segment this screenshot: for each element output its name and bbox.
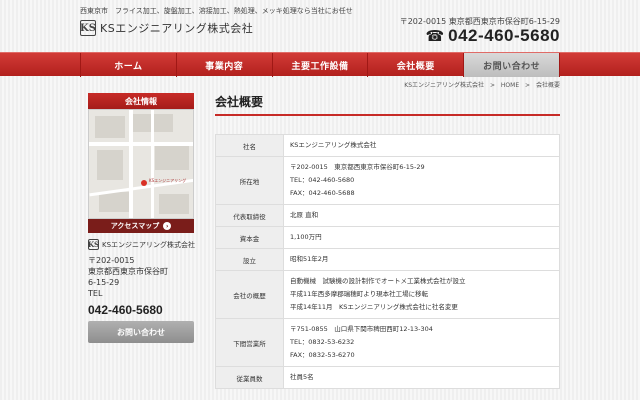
row-value: KSエンジニアリング株式会社 bbox=[283, 134, 560, 157]
table-row: 代表取締役 北原 直和 bbox=[215, 204, 560, 227]
page-title: 会社概要 bbox=[215, 93, 560, 116]
tagline: 西東京市 フライス加工、旋盤加工、溶接加工、熱処理、メッキ処理なら当社にお任せ bbox=[80, 7, 353, 15]
sidebar-title: 会社情報 bbox=[88, 93, 194, 109]
ks-logo-icon: KS bbox=[80, 20, 96, 36]
breadcrumb-site[interactable]: KSエンジニアリング株式会社 bbox=[404, 82, 484, 89]
sidebar-phone[interactable]: 042-460-5680 bbox=[88, 303, 194, 317]
table-row: 社名 KSエンジニアリング株式会社 bbox=[215, 134, 560, 157]
sidebar-postal: 〒202-0015 bbox=[88, 256, 135, 265]
chevron-right-icon: › bbox=[163, 222, 172, 230]
header: 西東京市 フライス加工、旋盤加工、溶接加工、熱処理、メッキ処理なら当社にお任せ … bbox=[0, 0, 640, 52]
breadcrumb-separator: > bbox=[525, 82, 531, 89]
sidebar-logo: KS KSエンジニアリング株式会社 bbox=[87, 239, 196, 250]
map-block bbox=[97, 150, 123, 180]
sidebar-address-line2: 6-15-29 bbox=[88, 278, 120, 287]
value-line: KSエンジニアリング株式会社 bbox=[290, 141, 377, 149]
sidebar: 会社情報 KSエンジニアリング アクセスマップ › KS KSエンジニアリング株… bbox=[87, 93, 196, 343]
value-line: 1,100万円 bbox=[290, 233, 322, 241]
row-value: 〒751-0855 山口県下関市稗田西町12-13-304 TEL：0832-5… bbox=[283, 318, 560, 367]
value-line: TEL：042-460-5680 bbox=[290, 176, 355, 184]
nav-item-business[interactable]: 事業内容 bbox=[175, 53, 272, 77]
table-row: 下間営業所 〒751-0855 山口県下関市稗田西町12-13-304 TEL：… bbox=[215, 318, 560, 367]
row-value: 〒202-0015 東京都西東京市保谷町6-15-29 TEL：042-460-… bbox=[283, 156, 560, 205]
breadcrumb: KSエンジニアリング株式会社 > HOME > 会社概要 bbox=[404, 80, 560, 89]
contact-button[interactable]: お問い合わせ bbox=[88, 321, 194, 343]
row-value: 昭和51年2月 bbox=[283, 248, 560, 271]
row-label: 資本金 bbox=[215, 226, 284, 249]
value-line: FAX：0832-53-6270 bbox=[290, 351, 355, 359]
map-block bbox=[155, 144, 189, 170]
company-profile-table: 社名 KSエンジニアリング株式会社 所在地 〒202-0015 東京都西東京市保… bbox=[215, 134, 560, 389]
table-row: 所在地 〒202-0015 東京都西東京市保谷町6-15-29 TEL：042-… bbox=[215, 156, 560, 205]
phone-icon: ☎ bbox=[425, 26, 445, 45]
row-label: 社名 bbox=[215, 134, 284, 157]
sidebar-address-line1: 東京都西東京市保谷町 bbox=[88, 267, 168, 276]
value-line: 〒202-0015 東京都西東京市保谷町6-15-29 bbox=[290, 163, 425, 171]
value-line: 北原 直和 bbox=[290, 211, 319, 219]
map-road bbox=[151, 110, 154, 218]
access-map-label: アクセスマップ bbox=[110, 222, 160, 230]
row-label: 従業員数 bbox=[215, 366, 284, 389]
nav-item-contact[interactable]: お問い合わせ bbox=[463, 53, 560, 77]
map-pin-icon bbox=[141, 180, 147, 186]
row-label: 会社の概歴 bbox=[215, 270, 284, 319]
map-pin-label: KSエンジニアリング bbox=[149, 178, 187, 183]
map-road bbox=[129, 110, 133, 218]
row-value: 1,100万円 bbox=[283, 226, 560, 249]
value-line: 〒751-0855 山口県下関市稗田西町12-13-304 bbox=[290, 325, 433, 333]
value-line: 昭和51年2月 bbox=[290, 255, 329, 263]
row-label: 下間営業所 bbox=[215, 318, 284, 367]
nav-item-home[interactable]: ホーム bbox=[80, 53, 176, 77]
map-block bbox=[99, 192, 133, 212]
value-line: 平成11年西多摩郡瑞穂町より現本社工場に移転 bbox=[290, 290, 429, 298]
value-line: FAX：042-460-5688 bbox=[290, 189, 355, 197]
row-value: 自動機械 試験機の設計制作でオートメ工業株式会社が設立 平成11年西多摩郡瑞穂町… bbox=[283, 270, 560, 319]
map-block bbox=[159, 194, 189, 214]
breadcrumb-current: 会社概要 bbox=[535, 82, 560, 89]
row-label: 代表取締役 bbox=[215, 204, 284, 227]
company-logo[interactable]: KS KSエンジニアリング株式会社 bbox=[80, 20, 253, 36]
value-line: 平成14年11月 KSエンジニアリング株式会社に社名変更 bbox=[290, 303, 458, 311]
main-content: 会社概要 社名 KSエンジニアリング株式会社 所在地 〒202-0015 東京都… bbox=[215, 93, 560, 389]
value-line: 社員5名 bbox=[290, 373, 314, 381]
header-phone-number: 042-460-5680 bbox=[448, 26, 560, 45]
main-nav: ホーム 事業内容 主要工作設備 会社概要 お問い合わせ bbox=[80, 53, 560, 77]
value-line: TEL：0832-53-6232 bbox=[290, 338, 355, 346]
map-block bbox=[95, 116, 125, 138]
row-label: 所在地 bbox=[215, 156, 284, 205]
table-row: 従業員数 社員5名 bbox=[215, 366, 560, 389]
company-name: KSエンジニアリング株式会社 bbox=[100, 22, 254, 35]
row-label: 設立 bbox=[215, 248, 284, 271]
nav-item-equipment[interactable]: 主要工作設備 bbox=[271, 53, 368, 77]
access-map[interactable]: KSエンジニアリング bbox=[88, 109, 194, 219]
ks-logo-icon: KS bbox=[87, 239, 100, 250]
row-value: 北原 直和 bbox=[283, 204, 560, 227]
nav-item-company[interactable]: 会社概要 bbox=[367, 53, 463, 77]
header-phone[interactable]: ☎ 042-460-5680 bbox=[425, 26, 560, 46]
row-value: 社員5名 bbox=[283, 366, 560, 389]
nav-bar: ホーム 事業内容 主要工作設備 会社概要 お問い合わせ bbox=[0, 52, 640, 77]
map-road bbox=[89, 142, 193, 146]
table-row: 資本金 1,100万円 bbox=[215, 226, 560, 249]
value-line: 自動機械 試験機の設計制作でオートメ工業株式会社が設立 bbox=[290, 277, 466, 285]
sidebar-company-name: KSエンジニアリング株式会社 bbox=[102, 240, 196, 249]
table-row: 会社の概歴 自動機械 試験機の設計制作でオートメ工業株式会社が設立 平成11年西… bbox=[215, 270, 560, 319]
breadcrumb-home[interactable]: HOME bbox=[501, 82, 519, 89]
table-row: 設立 昭和51年2月 bbox=[215, 248, 560, 271]
sidebar-tel-label: TEL bbox=[88, 289, 103, 298]
access-map-button[interactable]: アクセスマップ › bbox=[88, 219, 194, 233]
breadcrumb-separator: > bbox=[489, 82, 495, 89]
